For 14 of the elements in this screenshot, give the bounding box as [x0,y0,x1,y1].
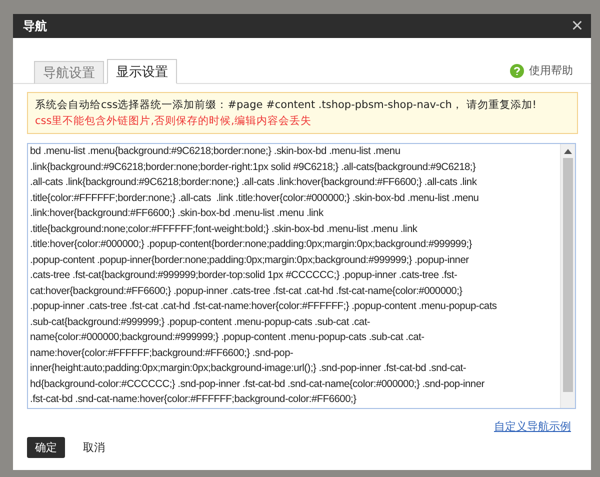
example-link[interactable]: 自定义导航示例 [494,419,571,434]
warning-text: css里不能包含外链图片,否则保存的时候,编辑内容会丢失 [35,114,312,128]
confirm-button[interactable]: 确定 [27,437,65,458]
cancel-button[interactable]: 取消 [75,437,113,458]
close-button[interactable]: × [571,16,583,36]
dialog-title: 导航 [23,18,47,34]
help-link[interactable]: 使用帮助 [510,63,573,78]
css-editor[interactable]: bd .menu-list .menu{background:#9C6218;border:none;} .skin-box-bd .menu-list .menu .link{background:#9C6218;border:none;border-right:1px solid #9C6218;} .all-cats{background:#9C6218;} .all-cats .link{background:#9C6218;border:none;} .all-cats .link:hover{background:#FF6600;} .all-cats .link .title{color:#FFFFFF;border:none;} .all-cats .link .title:hover{color:#000000;} .skin-box-bd .menu-list .menu .link:hover{background:#FF6600;} .skin-box-bd .menu-list .menu .link .title{background:none;color:#FFFFFF;font-weight:bold;} .skin-box-bd .menu-list .menu .link .title:hover{color:#000000;} .popup-content{border:none;padding:0px;margin:0px;background:#999999;} .popup-content .popup-inner{border:none;padding:0px;margin:0px;background:#999999;} .popup-inner .cats-tree .fst-cat{background:#999999;border-top:solid 1px #CCCCCC;} .popup-inner .cats-tree .fst- cat:hover{background:#FF6600;} .popup-inner .cats-tree .fst-cat .cat-hd .fst-cat-name{color:#000000;} .popup-inner .cats-tree .fst-cat .cat-hd .fst-cat-name:hover{color:#FFFFFF;} .popup-content .menu-popup-cats .sub-cat{background:#999999;} .popup-content .menu-popup-cats .sub-cat .cat- name{color:#000000;background:#999999;} .popup-content .menu-popup-cats .sub-cat .cat- name:hover{color:#FFFFFF;background:#FF6600;} .snd-pop- inner{height:auto;padding:0px;margin:0px;background-image:url();} .snd-pop-inner .fst-cat-bd .snd-cat- hd{background-color:#CCCCCC;} .snd-pop-inner .fst-cat-bd .snd-cat-name{color:#000000;} .snd-pop-inner .fst-cat-bd .snd-cat-name:hover{color:#FFFFFF;background-color:#FF6600;} [27,143,576,409]
tab[interactable]: 显示设置 [107,59,177,84]
scroll-up-icon[interactable] [564,148,572,154]
scrollbar[interactable] [560,144,575,408]
notice-text: 系统会自动给css选择器统一添加前缀：#page #content .tshop-pbsm-shop-nav-ch， 请勿重复添加! [35,98,538,112]
help-icon [510,64,524,78]
tab[interactable]: 导航设置 [34,61,104,84]
